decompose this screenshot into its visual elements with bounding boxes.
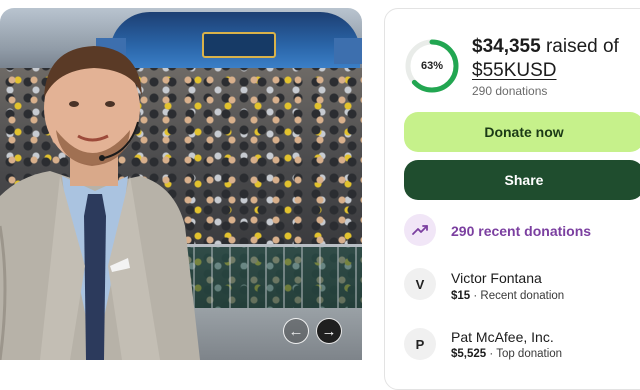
donation-count: 290 donations bbox=[472, 84, 548, 98]
donor-avatar: P bbox=[404, 328, 436, 360]
donor-meta: $5,525 · Top donation bbox=[451, 348, 562, 360]
raised-amount: $34,355 bbox=[472, 36, 541, 57]
donor-amount: $15 bbox=[451, 290, 471, 302]
recent-donations-link[interactable]: 290 recent donations bbox=[451, 223, 591, 239]
presenter-figure bbox=[0, 46, 200, 360]
raised-suffix: raised of bbox=[540, 36, 619, 57]
donor-name: Pat McAfee, Inc. bbox=[451, 329, 554, 345]
chevron-right-icon: → bbox=[321, 322, 337, 340]
side-screen-right bbox=[334, 38, 362, 64]
donor-note: · Recent donation bbox=[470, 290, 565, 302]
donor-meta: $15 · Recent donation bbox=[451, 290, 564, 302]
share-button[interactable]: Share bbox=[404, 160, 640, 200]
fundraiser-photo: ← → bbox=[0, 8, 362, 360]
donor-name: Victor Fontana bbox=[451, 270, 542, 286]
donor-avatar: V bbox=[404, 268, 436, 300]
trending-up-icon bbox=[404, 214, 436, 246]
progress-percent: 63% bbox=[420, 60, 444, 72]
chevron-left-icon: ← bbox=[288, 322, 304, 340]
carousel-prev-button[interactable]: ← bbox=[283, 318, 309, 344]
donor-amount: $5,525 bbox=[451, 348, 487, 360]
donate-now-button[interactable]: Donate now bbox=[404, 112, 640, 152]
goal-amount-row: $55KUSD bbox=[472, 60, 557, 82]
goal-amount: $55KUSD bbox=[472, 60, 557, 81]
amount-raised: $34,355 raised of bbox=[472, 36, 619, 58]
stage-screen bbox=[202, 32, 276, 58]
donor-note: · Top donation bbox=[486, 348, 563, 360]
carousel-next-button[interactable]: → bbox=[316, 318, 342, 344]
fence bbox=[175, 244, 362, 317]
